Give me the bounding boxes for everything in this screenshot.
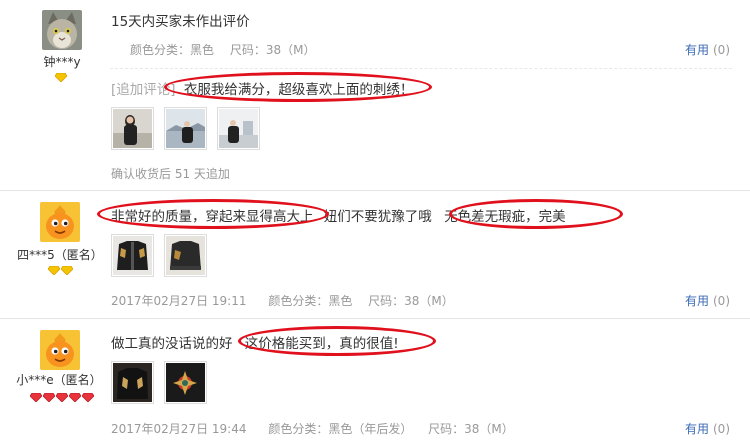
divider (110, 68, 732, 69)
size-variant: 尺码：38（M） (229, 43, 316, 57)
review-text-part: 做工真的没话说的好 (111, 336, 233, 352)
review-text-part: 这价格能买到，真的很值! (244, 336, 399, 352)
review-photo-thumbnail[interactable] (164, 361, 207, 404)
red-diamond-badge-icon (30, 393, 42, 402)
useful-count: (0) (713, 43, 730, 57)
append-text: 衣服我给满分，超级喜欢上面的刺绣！ (183, 82, 414, 98)
review-text: 15天内买家未作出评价 (111, 14, 250, 30)
review-date: 2017年02月27日 19:11 (111, 294, 247, 308)
color-variant: 颜色分类：黑色 (130, 43, 215, 57)
append-date-note: 确认收货后 51 天追加 (111, 167, 230, 181)
review-photo-thumbnail[interactable] (111, 234, 154, 277)
color-variant: 颜色分类：黑色 (268, 294, 353, 308)
red-diamond-badge-icon (69, 393, 81, 402)
review-meta: 2017年02月27日 19:11 颜色分类：黑色 尺码：38（M） (111, 292, 466, 309)
diamond-badge-icon (55, 73, 67, 82)
review-photos (111, 361, 207, 404)
review-item: 钟***y 15天内买家未作出评价 颜色分类：黑色 尺码：38（M） 有用 (0)… (0, 0, 750, 190)
useful-count: (0) (713, 294, 730, 308)
review-item: 四***5（匿名） 非常好的质量，穿起来显得高大上 妞们不要犹豫了哦 无色差无瑕… (0, 190, 750, 318)
review-text-part: 妞们不要犹豫了哦 (323, 209, 432, 225)
size-variant: 尺码：38（M） (368, 294, 454, 308)
red-diamond-badge-icon (43, 393, 55, 402)
review-text: 非常好的质量，穿起来显得高大上 妞们不要犹豫了哦 无色差无瑕疵，完美 (111, 205, 566, 225)
color-variant: 颜色分类：黑色（年后发） (268, 422, 413, 436)
review-photo-thumbnail[interactable] (217, 107, 260, 150)
avatar[interactable] (42, 10, 82, 50)
size-variant: 尺码：38（M） (428, 422, 514, 436)
review-text-part: 非常好的质量，穿起来显得高大上 (111, 209, 314, 225)
append-tag: [追加评论] (111, 82, 176, 98)
review-photo-thumbnail[interactable] (111, 107, 154, 150)
username[interactable]: 钟***y (42, 53, 82, 70)
diamond-badge-icon (61, 266, 73, 275)
username[interactable]: 小***e（匿名） (14, 371, 104, 388)
red-diamond-badge-icon (82, 393, 94, 402)
review-photos (111, 234, 207, 277)
review-text: 做工真的没话说的好 这价格能买到，真的很值! (111, 332, 399, 352)
username[interactable]: 四***5（匿名） (16, 246, 104, 263)
useful-label[interactable]: 有用 (685, 43, 709, 57)
avatar[interactable] (40, 330, 80, 370)
useful-button[interactable]: 有用 (0) (685, 41, 730, 58)
red-heart-badges (30, 393, 94, 402)
review-photo-thumbnail[interactable] (111, 361, 154, 404)
useful-label[interactable]: 有用 (685, 294, 709, 308)
review-photo-thumbnail[interactable] (164, 107, 207, 150)
review-meta: 颜色分类：黑色 尺码：38（M） (130, 41, 327, 58)
review-text-part: 无色差无瑕疵，完美 (444, 209, 566, 225)
red-diamond-badge-icon (56, 393, 68, 402)
avatar[interactable] (40, 202, 80, 242)
review-meta: 2017年02月27日 19:44 颜色分类：黑色（年后发） 尺码：38（M） (111, 420, 526, 437)
review-photos (111, 107, 260, 150)
useful-button[interactable]: 有用 (0) (685, 292, 730, 309)
review-photo-thumbnail[interactable] (164, 234, 207, 277)
diamond-badges (48, 266, 73, 275)
useful-button[interactable]: 有用 (0) (685, 420, 730, 437)
review-item: 小***e（匿名） 做工真的没话说的好 这价格能买到，真的很值! 2017年02… (0, 318, 750, 446)
useful-label[interactable]: 有用 (685, 422, 709, 436)
diamond-badge-icon (48, 266, 60, 275)
append-review: [追加评论] 衣服我给满分，超级喜欢上面的刺绣！ (111, 78, 413, 98)
useful-count: (0) (713, 422, 730, 436)
review-date: 2017年02月27日 19:44 (111, 422, 247, 436)
